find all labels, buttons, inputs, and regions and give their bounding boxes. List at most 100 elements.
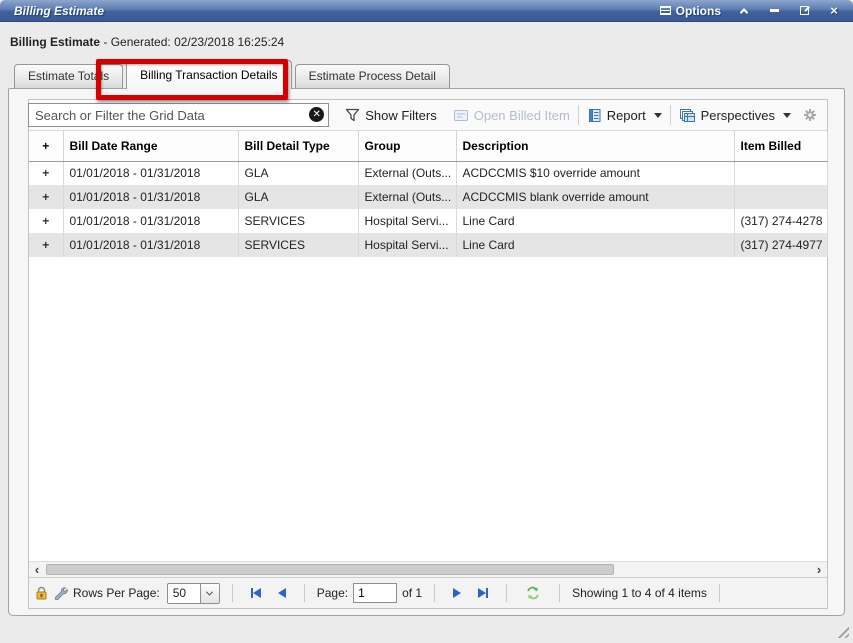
pager-separator (434, 584, 435, 602)
resize-grip[interactable] (835, 624, 849, 638)
cell-description: Line Card (456, 209, 734, 233)
column-header-description[interactable]: Description (456, 131, 734, 161)
rows-per-page-value: 50 (168, 586, 200, 600)
cell-bill-detail-type: GLA (238, 185, 358, 209)
last-page-icon (486, 588, 488, 598)
report-dropdown-arrow-icon (654, 113, 662, 118)
close-button[interactable]: × (827, 4, 841, 18)
report-label: Report (607, 108, 646, 123)
cell-item-billed: (317) 274-4278 (734, 209, 827, 233)
column-header-bill-date-range[interactable]: Bill Date Range (63, 131, 238, 161)
next-page-button[interactable] (447, 588, 467, 598)
refresh-icon (525, 586, 541, 600)
open-billed-item-icon (453, 109, 469, 122)
last-page-button[interactable] (472, 588, 494, 598)
search-wrap: ✕ (28, 103, 329, 127)
wrench-icon[interactable] (53, 586, 68, 600)
previous-page-button[interactable] (272, 588, 292, 598)
lock-icon[interactable] (35, 586, 48, 600)
page-of-label: of 1 (402, 586, 422, 600)
table-row[interactable]: + 01/01/2018 - 01/31/2018 GLA External (… (29, 185, 827, 209)
open-billed-item-button[interactable]: Open Billed Item (445, 104, 578, 126)
options-label: Options (676, 4, 721, 18)
next-page-icon (453, 588, 461, 598)
column-header-bill-detail-type[interactable]: Bill Detail Type (238, 131, 358, 161)
tab-estimate-process-detail[interactable]: Estimate Process Detail (295, 64, 450, 88)
minimize-icon (770, 9, 779, 12)
table-row[interactable]: + 01/01/2018 - 01/31/2018 SERVICES Hospi… (29, 233, 827, 257)
pager-separator (506, 584, 507, 602)
table-row[interactable]: + 01/01/2018 - 01/31/2018 GLA External (… (29, 161, 827, 185)
combo-dropdown-button[interactable] (200, 584, 219, 603)
pager-separator (559, 584, 560, 602)
tab-billing-transaction-details[interactable]: Billing Transaction Details (126, 60, 291, 89)
cell-bill-date-range: 01/01/2018 - 01/31/2018 (63, 209, 238, 233)
cell-bill-date-range: 01/01/2018 - 01/31/2018 (63, 161, 238, 185)
show-filters-button[interactable]: Show Filters (337, 104, 445, 126)
cell-item-billed (734, 161, 827, 185)
open-billed-item-label: Open Billed Item (474, 108, 570, 123)
column-header-group[interactable]: Group (358, 131, 456, 161)
cell-item-billed (734, 185, 827, 209)
cell-group: Hospital Servi... (358, 233, 456, 257)
billing-table: + Bill Date Range Bill Detail Type Group… (29, 131, 828, 257)
cell-description: ACDCCMIS $10 override amount (456, 161, 734, 185)
cell-group: Hospital Servi... (358, 209, 456, 233)
last-page-icon (478, 588, 486, 598)
row-expand-button[interactable]: + (29, 209, 63, 233)
rows-per-page-select[interactable]: 50 (167, 583, 220, 604)
cell-group: External (Outs... (358, 185, 456, 209)
generated-line: Billing Estimate - Generated: 02/23/2018… (10, 35, 853, 49)
billing-grid: ✕ Show Filters Open Billed Item (28, 99, 828, 609)
grid-toolbar: ✕ Show Filters Open Billed Item (29, 100, 827, 131)
first-page-icon (253, 588, 261, 598)
cell-bill-detail-type: SERVICES (238, 209, 358, 233)
cell-bill-date-range: 01/01/2018 - 01/31/2018 (63, 233, 238, 257)
column-header-expand[interactable]: + (29, 131, 63, 161)
refresh-button[interactable] (519, 586, 547, 600)
tab-content-panel: ✕ Show Filters Open Billed Item (8, 88, 845, 616)
page-number-input[interactable] (353, 583, 397, 603)
column-header-item-billed[interactable]: Item Billed (734, 131, 827, 161)
grid-settings-button[interactable] (803, 108, 817, 122)
cell-description: Line Card (456, 233, 734, 257)
cell-description: ACDCCMIS blank override amount (456, 185, 734, 209)
table-row[interactable]: + 01/01/2018 - 01/31/2018 SERVICES Hospi… (29, 209, 827, 233)
previous-page-icon (278, 588, 286, 598)
options-menu-icon (660, 6, 671, 15)
cell-bill-detail-type: GLA (238, 161, 358, 185)
grid-empty-area (29, 257, 827, 561)
scroll-left-icon[interactable]: ‹ (29, 563, 45, 577)
tab-estimate-totals[interactable]: Estimate Totals (14, 64, 123, 88)
horizontal-scrollbar[interactable]: ‹ › (29, 561, 827, 577)
pager-separator (304, 584, 305, 602)
tab-strip: Estimate Totals Billing Transaction Deta… (8, 59, 845, 88)
cell-bill-detail-type: SERVICES (238, 233, 358, 257)
minimize-button[interactable] (767, 4, 781, 18)
first-page-button[interactable] (245, 588, 267, 598)
show-filters-label: Show Filters (365, 108, 437, 123)
cell-item-billed: (317) 274-4977 (734, 233, 827, 257)
row-expand-button[interactable]: + (29, 185, 63, 209)
cell-group: External (Outs... (358, 161, 456, 185)
chevron-up-icon (740, 8, 748, 16)
page-title: Billing Estimate (10, 35, 100, 49)
report-button[interactable]: Report (579, 104, 670, 126)
popout-icon (800, 6, 809, 15)
pager-separator (232, 584, 233, 602)
row-expand-button[interactable]: + (29, 233, 63, 257)
filter-funnel-icon (345, 108, 360, 122)
row-expand-button[interactable]: + (29, 161, 63, 185)
popout-button[interactable] (797, 4, 811, 18)
perspectives-button[interactable]: Perspectives (671, 104, 799, 126)
pager-separator (719, 584, 720, 602)
search-input[interactable] (28, 103, 329, 127)
scrollbar-thumb[interactable] (46, 564, 614, 575)
table-header-row: + Bill Date Range Bill Detail Type Group… (29, 131, 827, 161)
options-button[interactable]: Options (660, 4, 721, 18)
close-icon: × (830, 4, 838, 17)
collapse-button[interactable] (737, 4, 751, 18)
scroll-right-icon[interactable]: › (811, 563, 827, 577)
showing-items-text: Showing 1 to 4 of 4 items (572, 586, 707, 600)
perspectives-icon (679, 108, 696, 123)
